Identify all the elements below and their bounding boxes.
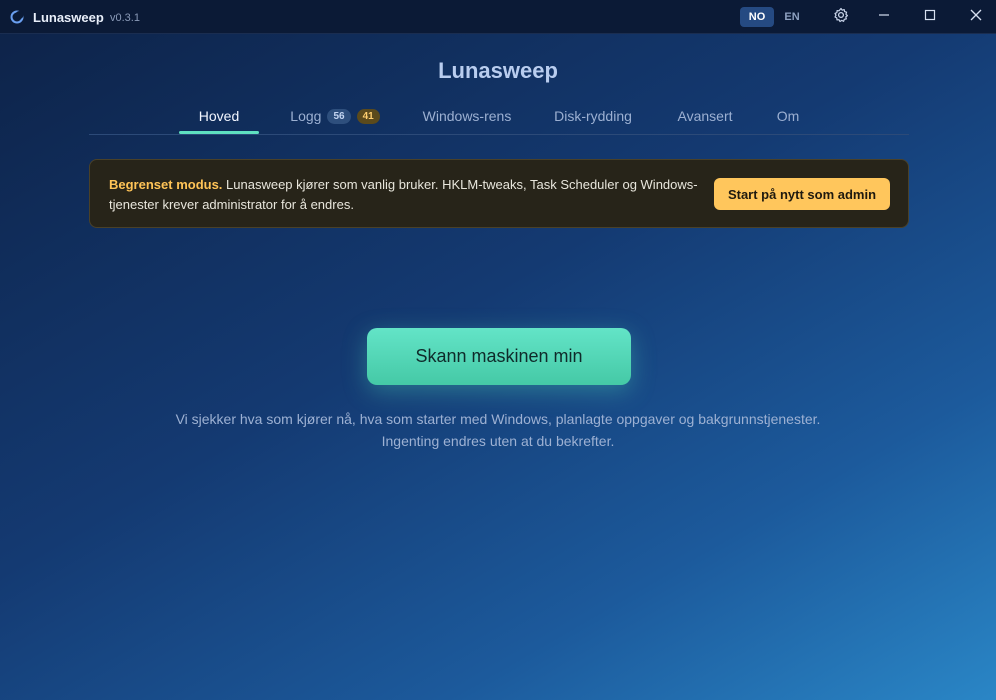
tab-label: Logg <box>290 108 322 124</box>
minimize-icon <box>878 8 890 26</box>
warning-count-badge: 41 <box>356 108 380 124</box>
limited-mode-banner: Begrenset modus. Lunasweep kjører som va… <box>89 159 909 228</box>
gear-icon <box>833 7 849 28</box>
settings-button[interactable] <box>829 5 853 29</box>
tab-bar: Hoved Logg 56 41 Windows-rens Disk-ryddi… <box>89 98 909 135</box>
scan-info-note: Ingenting endres uten at du bekrefter. <box>381 433 615 449</box>
tab-label: Om <box>776 108 800 124</box>
tab-label: Windows-rens <box>422 108 512 124</box>
tab-logg[interactable]: Logg 56 41 <box>275 98 395 134</box>
close-button[interactable] <box>964 5 988 29</box>
banner-text-line2: tjenester krever administrator for å end… <box>109 197 354 212</box>
tab-avansert[interactable]: Avansert <box>665 98 745 134</box>
language-en-button[interactable]: EN <box>778 7 806 27</box>
restart-as-admin-button[interactable]: Start på nytt som admin <box>714 178 890 210</box>
banner-title: Begrenset modus. <box>109 177 223 192</box>
log-count-badge: 56 <box>327 108 351 124</box>
scan-info-text: Vi sjekker hva som kjører nå, hva som st… <box>175 411 821 427</box>
tab-label: Avansert <box>677 108 733 124</box>
app-name: Lunasweep <box>33 10 104 25</box>
close-icon <box>970 8 982 26</box>
tab-windows-rens[interactable]: Windows-rens <box>411 98 523 134</box>
banner-message: Begrenset modus. Lunasweep kjører som va… <box>109 175 699 215</box>
maximize-icon <box>924 8 936 26</box>
active-tab-indicator <box>179 131 259 134</box>
window-titlebar: Lunasweep v0.3.1 NO EN <box>0 0 996 34</box>
banner-text-line1: Lunasweep kjører som vanlig bruker. HKLM… <box>222 177 698 192</box>
tab-label: Disk-rydding <box>554 108 632 124</box>
tab-disk-rydding[interactable]: Disk-rydding <box>543 98 643 134</box>
scan-machine-button[interactable]: Skann maskinen min <box>367 328 631 385</box>
tab-label: Hoved <box>198 108 240 124</box>
tab-om[interactable]: Om <box>763 98 813 134</box>
maximize-button[interactable] <box>918 5 942 29</box>
tab-hoved[interactable]: Hoved <box>179 98 259 134</box>
page-title: Lunasweep <box>438 58 558 83</box>
language-no-button[interactable]: NO <box>740 7 774 27</box>
minimize-button[interactable] <box>872 5 896 29</box>
app-version: v0.3.1 <box>110 12 140 24</box>
moon-logo-icon <box>10 10 24 24</box>
